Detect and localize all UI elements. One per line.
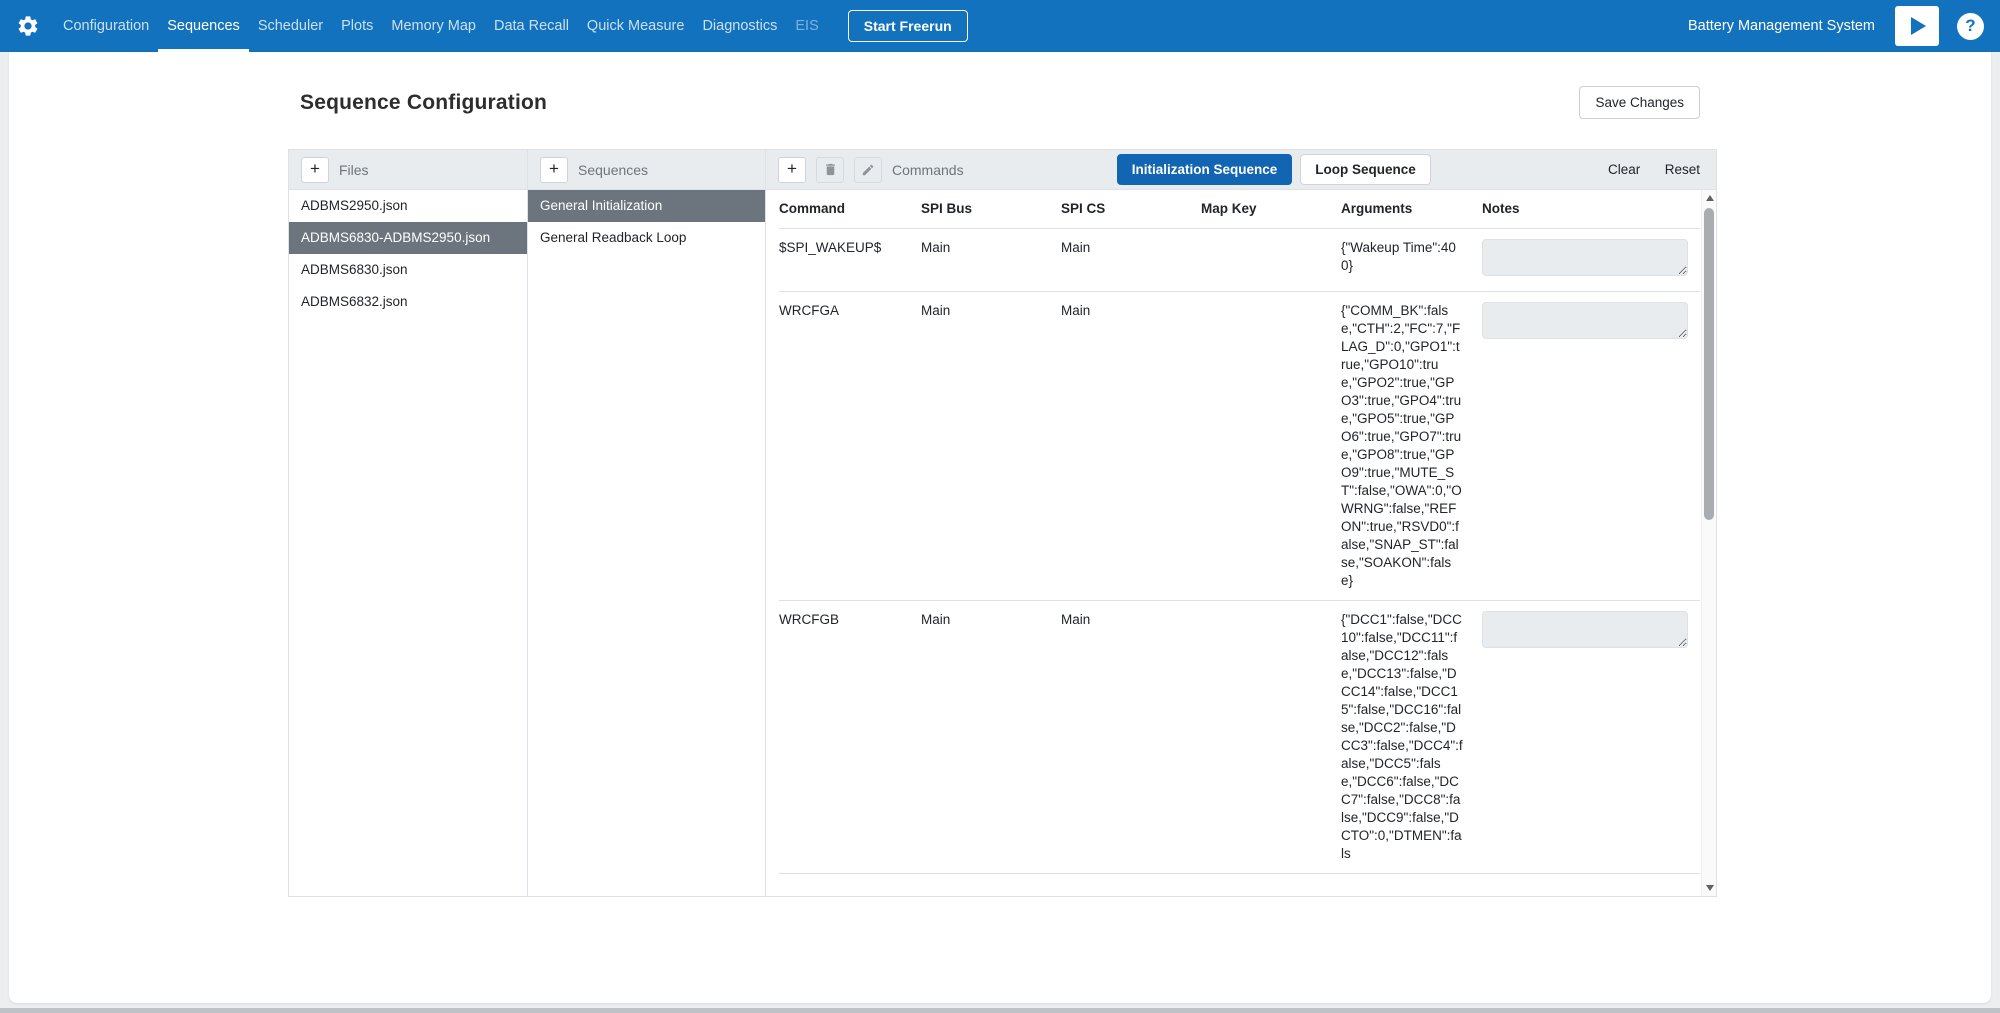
spi-cs-cell: Main	[1061, 292, 1201, 330]
scroll-down-arrow[interactable]	[1702, 880, 1716, 896]
files-panel: + Files ADBMS2950.json ADBMS6830-ADBMS29…	[289, 150, 528, 896]
files-list-body: ADBMS2950.json ADBMS6830-ADBMS2950.json …	[289, 190, 527, 896]
commands-panel: + Commands Initialization Sequence Loop …	[766, 150, 1716, 896]
top-navbar: Configuration Sequences Scheduler Plots …	[0, 0, 2000, 52]
sequences-panel-header: + Sequences	[528, 150, 765, 190]
sequence-item-selected[interactable]: General Initialization	[528, 190, 765, 222]
initialization-sequence-button[interactable]: Initialization Sequence	[1117, 154, 1293, 185]
sequences-list: General Initialization General Readback …	[528, 190, 765, 254]
sequences-list-body: General Initialization General Readback …	[528, 190, 765, 896]
table-row[interactable]: WRCFGB Main Main {"DCC1":false,"DCC10":f…	[779, 601, 1700, 874]
spi-cs-cell: Main	[1061, 229, 1201, 267]
command-cell: WRCFGB	[779, 601, 921, 639]
save-changes-button[interactable]: Save Changes	[1579, 86, 1700, 119]
sequence-configuration-page: Sequence Configuration Save Changes + Fi…	[9, 52, 1991, 1003]
file-item-selected[interactable]: ADBMS6830-ADBMS2950.json	[289, 222, 527, 254]
sequence-item[interactable]: General Readback Loop	[528, 222, 765, 254]
help-button[interactable]: ?	[1957, 13, 1984, 40]
command-cell: $SPI_WAKEUP$	[779, 229, 921, 267]
panels-container: + Files ADBMS2950.json ADBMS6830-ADBMS29…	[288, 149, 1717, 897]
col-map-key: Map Key	[1201, 190, 1341, 228]
nav-configuration[interactable]: Configuration	[54, 0, 158, 52]
help-icon: ?	[1965, 16, 1975, 36]
map-key-cell	[1201, 229, 1341, 249]
commands-table-header: Command SPI Bus SPI CS Map Key Arguments…	[779, 190, 1700, 229]
arguments-cell: {"DCC1":false,"DCC10":false,"DCC11":fals…	[1341, 601, 1467, 873]
main-nav: Configuration Sequences Scheduler Plots …	[54, 0, 828, 52]
loop-sequence-button[interactable]: Loop Sequence	[1300, 154, 1431, 185]
app-title: Battery Management System	[1688, 18, 1875, 34]
commands-panel-header: + Commands Initialization Sequence Loop …	[766, 150, 1716, 190]
file-item[interactable]: ADBMS6830.json	[289, 254, 527, 286]
page-header: Sequence Configuration Save Changes	[9, 52, 1991, 149]
window-bottom-edge	[0, 1008, 2000, 1013]
sequences-panel: + Sequences General Initialization Gener…	[528, 150, 766, 896]
nav-data-recall[interactable]: Data Recall	[485, 0, 578, 52]
pencil-icon	[861, 163, 875, 177]
table-row[interactable]: WRCFGA Main Main {"COMM_BK":false,"CTH":…	[779, 292, 1700, 601]
page-title: Sequence Configuration	[300, 91, 547, 115]
files-list: ADBMS2950.json ADBMS6830-ADBMS2950.json …	[289, 190, 527, 318]
nav-diagnostics[interactable]: Diagnostics	[693, 0, 786, 52]
spi-cs-cell: Main	[1061, 601, 1201, 639]
reset-button[interactable]: Reset	[1665, 162, 1700, 177]
nav-sequences[interactable]: Sequences	[158, 0, 249, 52]
file-item[interactable]: ADBMS2950.json	[289, 190, 527, 222]
nav-quick-measure[interactable]: Quick Measure	[578, 0, 694, 52]
nav-memory-map[interactable]: Memory Map	[382, 0, 485, 52]
settings-gear-icon[interactable]	[16, 14, 40, 38]
table-actions: Clear Reset	[1608, 161, 1700, 179]
col-spi-bus: SPI Bus	[921, 190, 1061, 228]
col-notes: Notes	[1482, 190, 1700, 228]
nav-eis[interactable]: EIS	[786, 0, 827, 52]
add-file-button[interactable]: +	[301, 157, 329, 183]
table-row[interactable]: $SPI_WAKEUP$ Main Main {"Wakeup Time":40…	[779, 229, 1700, 292]
sequence-type-toggle: Initialization Sequence Loop Sequence	[1117, 154, 1431, 185]
add-command-button[interactable]: +	[778, 157, 806, 183]
col-spi-cs: SPI CS	[1061, 190, 1201, 228]
commands-table: Command SPI Bus SPI CS Map Key Arguments…	[766, 190, 1716, 896]
scroll-thumb[interactable]	[1704, 208, 1714, 520]
play-button[interactable]	[1895, 6, 1939, 46]
notes-cell	[1482, 229, 1700, 291]
scroll-up-arrow[interactable]	[1702, 190, 1716, 206]
clear-button[interactable]: Clear	[1608, 162, 1640, 177]
command-cell: WRCFGA	[779, 292, 921, 330]
arguments-cell: {"COMM_BK":false,"CTH":2,"FC":7,"FLAG_D"…	[1341, 292, 1467, 600]
sequences-panel-title: Sequences	[578, 162, 648, 178]
spi-bus-cell: Main	[921, 601, 1061, 639]
col-command: Command	[779, 190, 921, 228]
play-icon	[1905, 14, 1929, 38]
spi-bus-cell: Main	[921, 229, 1061, 267]
files-panel-header: + Files	[289, 150, 527, 190]
file-item[interactable]: ADBMS6832.json	[289, 286, 527, 318]
col-arguments: Arguments	[1341, 190, 1482, 228]
notes-cell	[1482, 292, 1700, 354]
notes-cell	[1482, 601, 1700, 663]
arguments-cell: {"Wakeup Time":400}	[1341, 229, 1467, 285]
spi-bus-cell: Main	[921, 292, 1061, 330]
commands-scrollbar[interactable]	[1701, 190, 1716, 896]
files-panel-title: Files	[339, 162, 369, 178]
start-freerun-button[interactable]: Start Freerun	[848, 10, 968, 42]
map-key-cell	[1201, 601, 1341, 621]
delete-command-button[interactable]	[816, 157, 844, 183]
trash-icon	[823, 162, 838, 177]
gear-icon	[16, 14, 40, 38]
add-sequence-button[interactable]: +	[540, 157, 568, 183]
edit-command-button[interactable]	[854, 157, 882, 183]
notes-input[interactable]	[1482, 239, 1688, 276]
nav-plots[interactable]: Plots	[332, 0, 382, 52]
notes-input[interactable]	[1482, 302, 1688, 339]
notes-input[interactable]	[1482, 611, 1688, 648]
map-key-cell	[1201, 292, 1341, 312]
nav-scheduler[interactable]: Scheduler	[249, 0, 332, 52]
commands-panel-title: Commands	[892, 162, 964, 178]
